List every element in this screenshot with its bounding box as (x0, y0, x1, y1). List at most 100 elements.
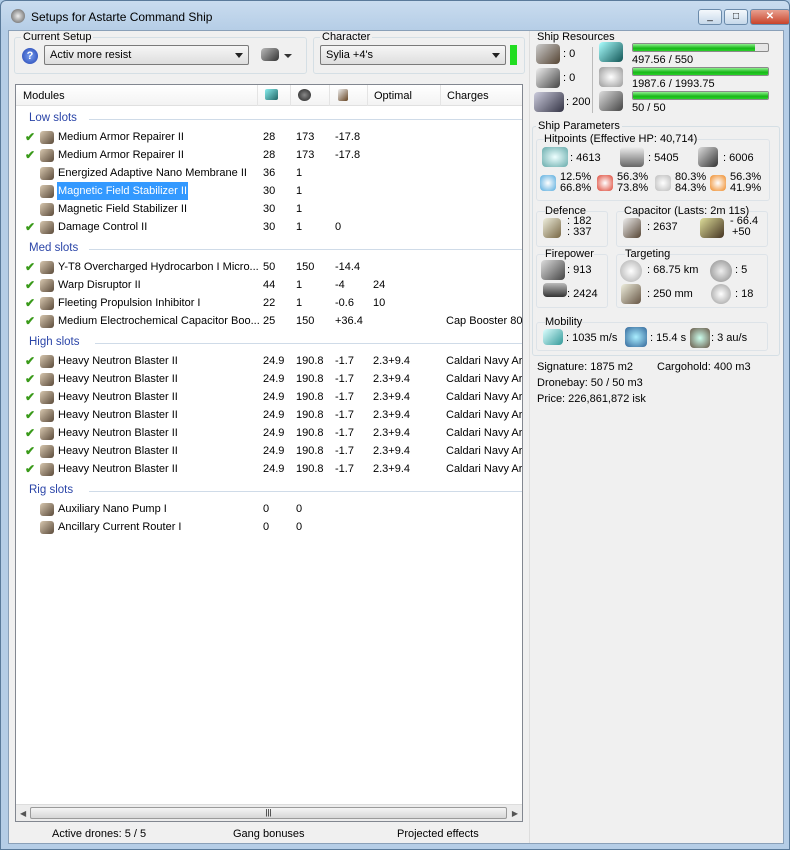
module-capacitor: -1.7 (335, 463, 354, 475)
module-row[interactable]: ✔ Heavy Neutron Blaster II 24.9 190.8 -1.7 2.… (16, 442, 522, 460)
module-row[interactable]: ✔ Heavy Neutron Blaster II 24.9 190.8 -1.7 2.… (16, 460, 522, 478)
list-header: Modules Optimal Charges (16, 85, 522, 106)
firepower-label: Firepower (545, 248, 594, 260)
setup-dropdown[interactable]: Activ more resist (44, 45, 249, 65)
module-cpu: 24.9 (263, 355, 285, 367)
module-icon (40, 355, 54, 368)
check-icon[interactable]: ✔ (25, 442, 35, 460)
check-icon[interactable]: ✔ (25, 370, 35, 388)
modules-list[interactable]: Modules Optimal Charges Low slots ✔ Medium… (15, 84, 523, 822)
module-row[interactable]: ✔ Medium Armor Repairer II 28 173 -17.8 (16, 128, 522, 146)
check-icon[interactable]: ✔ (25, 258, 35, 276)
module-optimal: 2.3+9.4 (373, 427, 411, 439)
module-name: Y-T8 Overcharged Hydrocarbon I Micro... (58, 261, 259, 273)
module-row[interactable]: Ancillary Current Router I 0 0 (16, 518, 522, 536)
module-capacitor: -1.7 (335, 355, 354, 367)
module-cpu: 28 (263, 149, 276, 161)
module-row[interactable]: ✔ Heavy Neutron Blaster II 24.9 190.8 -1.7 2.… (16, 388, 522, 406)
module-row[interactable]: ✔ Damage Control II 30 1 0 (16, 218, 522, 236)
character-dropdown[interactable]: Sylia +4's (320, 45, 506, 65)
module-row[interactable]: ✔ Heavy Neutron Blaster II 24.9 190.8 -1.7 2.… (16, 352, 522, 370)
chevron-down-icon[interactable] (284, 54, 292, 62)
help-icon[interactable]: ? (22, 48, 38, 64)
launcher-hardpoint-icon (536, 68, 560, 88)
check-icon[interactable]: ✔ (25, 218, 35, 236)
check-icon[interactable]: ✔ (25, 312, 35, 330)
check-icon[interactable]: ✔ (25, 388, 35, 406)
kinetic-armor-resist: 84.3% (675, 182, 707, 194)
maximize-button[interactable]: □ (724, 9, 748, 25)
module-cpu: 50 (263, 261, 276, 273)
horizontal-scrollbar[interactable]: ◀ ||| ▶ (16, 804, 522, 821)
module-powergrid: 1 (296, 203, 303, 215)
em-resist-icon (540, 175, 556, 191)
module-row[interactable]: ✔ Heavy Neutron Blaster II 24.9 190.8 -1.7 2.… (16, 424, 522, 442)
module-cpu: 24.9 (263, 373, 285, 385)
module-row[interactable]: ✔ Warp Disruptor II 44 1 -4 24 (16, 276, 522, 294)
module-row[interactable]: ✔ Medium Armor Repairer II 28 173 -17.8 (16, 146, 522, 164)
sensor-strength: : 18 (735, 288, 754, 300)
module-row[interactable]: ✔ Y-T8 Overcharged Hydrocarbon I Micro...… (16, 258, 522, 276)
module-cpu: 36 (263, 167, 276, 179)
module-name: Magnetic Field Stabilizer II (57, 182, 188, 200)
module-row[interactable]: ✔ Heavy Neutron Blaster II 24.9 190.8 -1.7 2.… (16, 406, 522, 424)
check-icon[interactable]: ✔ (25, 128, 35, 146)
module-row[interactable]: ✔ Medium Electrochemical Capacitor Boo...… (16, 312, 522, 330)
module-powergrid: 1 (296, 297, 303, 309)
module-row[interactable]: Energized Adaptive Nano Membrane II 36 1 (16, 164, 522, 182)
module-optimal: 2.3+9.4 (373, 391, 411, 403)
module-powergrid: 1 (296, 167, 303, 179)
active-drones-status[interactable]: Active drones: 5 / 5 (52, 828, 146, 840)
module-cpu: 24.9 (263, 445, 285, 457)
module-powergrid: 1 (296, 185, 303, 197)
powergrid-icon[interactable] (298, 89, 311, 101)
explosive-armor-resist: 41.9% (730, 182, 762, 194)
turret-hardpoint-icon (536, 44, 560, 64)
capacitor-recharge-icon (700, 218, 724, 238)
module-powergrid: 190.8 (296, 427, 324, 439)
module-icon (40, 297, 54, 310)
module-icon (40, 149, 54, 162)
projected-effects-tab[interactable]: Projected effects (397, 828, 479, 840)
ship-icon[interactable] (261, 48, 279, 61)
check-icon[interactable]: ✔ (25, 276, 35, 294)
cpu-icon[interactable] (265, 89, 278, 100)
scan-resolution: : 250 mm (647, 288, 693, 300)
minimize-button[interactable]: _ (698, 9, 722, 25)
module-row[interactable]: Auxiliary Nano Pump I 0 0 (16, 500, 522, 518)
check-icon[interactable]: ✔ (25, 146, 35, 164)
module-capacitor: -1.7 (335, 409, 354, 421)
module-icon (40, 445, 54, 458)
scan-resolution-icon (621, 284, 641, 304)
module-powergrid: 190.8 (296, 463, 324, 475)
header-optimal[interactable]: Optimal (374, 90, 412, 102)
section-title: Low slots (29, 112, 77, 124)
check-icon[interactable]: ✔ (25, 406, 35, 424)
module-row[interactable]: ✔ Fleeting Propulsion Inhibitor I 22 1 -0.6 1… (16, 294, 522, 312)
cpu-value: 497.56 / 550 (632, 54, 694, 66)
module-row[interactable]: ✔ Heavy Neutron Blaster II 24.9 190.8 -1.7 2.… (16, 370, 522, 388)
module-cpu: 24.9 (263, 463, 285, 475)
check-icon[interactable]: ✔ (25, 460, 35, 478)
module-capacitor: -17.8 (335, 131, 361, 143)
module-icon (40, 131, 54, 144)
module-row[interactable]: Magnetic Field Stabilizer II 30 1 (16, 182, 522, 200)
module-capacitor: -17.8 (335, 149, 361, 161)
gang-bonuses-tab[interactable]: Gang bonuses (233, 828, 305, 840)
module-capacitor: 0 (335, 221, 342, 233)
module-icon (40, 261, 54, 274)
drone-bandwidth-bar (632, 91, 769, 100)
module-powergrid: 190.8 (296, 391, 324, 403)
module-name: Fleeting Propulsion Inhibitor I (58, 297, 201, 309)
close-button[interactable]: ✕ (750, 9, 790, 25)
module-powergrid: 0 (296, 521, 303, 533)
check-icon[interactable]: ✔ (25, 294, 35, 312)
check-icon[interactable]: ✔ (25, 352, 35, 370)
module-icon (40, 185, 54, 198)
check-icon[interactable]: ✔ (25, 424, 35, 442)
targeting-range-icon (620, 260, 642, 282)
capacitor-icon[interactable] (338, 89, 348, 101)
module-row[interactable]: Magnetic Field Stabilizer II 30 1 (16, 200, 522, 218)
header-modules[interactable]: Modules (23, 90, 65, 102)
header-charges[interactable]: Charges (447, 90, 489, 102)
